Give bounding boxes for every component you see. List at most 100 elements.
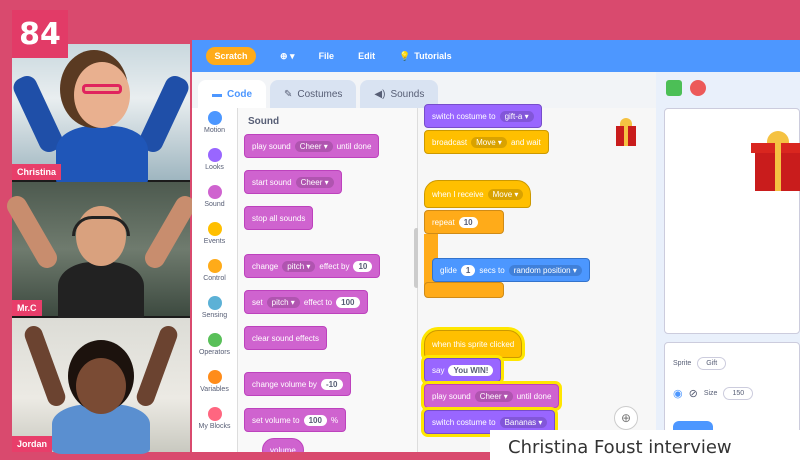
language-menu[interactable]: ⊕ ▾ (280, 51, 295, 62)
message-dropdown[interactable]: Move ▾ (487, 188, 524, 200)
participant-strip: Christina Mr.C Jordan (3, 44, 199, 454)
block-set-effect[interactable]: set pitch ▾ effect to 100 (244, 290, 368, 314)
participant-name: Christina (12, 164, 62, 180)
category-label: Events (203, 238, 226, 245)
sound-dropdown[interactable]: Cheer ▾ (294, 140, 333, 152)
size-input[interactable]: 150 (723, 387, 754, 400)
category-motion[interactable]: Motion (192, 111, 237, 145)
glide-target-dropdown[interactable]: random position ▾ (508, 264, 582, 276)
block-set-volume[interactable]: set volume to 100% (244, 408, 347, 432)
effect-to-input[interactable]: 100 (336, 296, 360, 308)
globe-icon: ⊕ ▾ (280, 50, 295, 61)
sprite-name-input[interactable]: Gift (697, 357, 727, 370)
block-start-sound[interactable]: start sound Cheer ▾ (244, 170, 342, 194)
block-when-clicked[interactable]: when this sprite clicked (424, 330, 523, 358)
block-text: repeat (432, 217, 455, 227)
category-looks[interactable]: Looks (192, 148, 237, 182)
block-switch-costume[interactable]: switch costume to gift-a ▾ (424, 104, 542, 128)
repeat-input[interactable]: 10 (458, 216, 478, 228)
effect-by-input[interactable]: 10 (353, 260, 373, 272)
category-color-dot (207, 111, 222, 125)
block-text: play sound (432, 391, 471, 401)
block-when-receive[interactable]: when I receive Move ▾ (424, 180, 532, 208)
block-text: when this sprite clicked (432, 339, 515, 349)
block-change-volume[interactable]: change volume by -10 (244, 372, 351, 396)
effect-dropdown[interactable]: pitch ▾ (282, 260, 316, 272)
edit-menu[interactable]: Edit (358, 51, 375, 61)
effect-dropdown[interactable]: pitch ▾ (266, 296, 300, 308)
page-number: 84 (12, 10, 68, 58)
block-text: change (252, 261, 279, 271)
block-change-effect[interactable]: change pitch ▾ effect by 10 (244, 254, 381, 278)
block-text: set (252, 297, 263, 307)
tutorials-menu[interactable]: 💡 Tutorials (399, 51, 452, 62)
block-repeat[interactable]: repeat 10 (424, 210, 504, 234)
category-label: Looks (205, 164, 224, 171)
file-menu[interactable]: File (319, 51, 335, 61)
category-label: My Blocks (198, 423, 231, 430)
show-sprite-icon[interactable]: ◉ (673, 387, 683, 400)
category-color-dot (207, 407, 222, 421)
hide-sprite-icon[interactable]: ⊘ (689, 387, 698, 400)
category-color-dot (207, 222, 222, 236)
block-text: until done (516, 391, 552, 401)
costume-dropdown[interactable]: gift-a ▾ (499, 110, 534, 122)
participant-tile: Mr.C (3, 182, 199, 322)
block-text: clear sound effects (252, 333, 320, 343)
block-broadcast-wait[interactable]: broadcast Move ▾ and wait (424, 130, 549, 154)
block-text: switch costume to (432, 417, 496, 427)
green-flag-icon[interactable] (666, 80, 682, 96)
stage[interactable] (664, 108, 800, 334)
block-text: effect by (319, 261, 350, 271)
category-control[interactable]: Control (192, 259, 237, 293)
category-color-dot (207, 333, 222, 347)
participant-tile: Christina (10, 44, 192, 186)
category-variables[interactable]: Variables (192, 370, 237, 404)
repeat-footer (424, 282, 504, 298)
volume-change-input[interactable]: -10 (320, 378, 343, 390)
volume-set-input[interactable]: 100 (303, 414, 327, 426)
block-volume-reporter[interactable]: volume (262, 438, 304, 452)
block-text: change volume by (252, 379, 317, 389)
category-color-dot (207, 185, 222, 199)
costume-dropdown[interactable]: Bananas ▾ (499, 416, 548, 428)
message-dropdown[interactable]: Move ▾ (471, 136, 507, 148)
caption: Christina Foust interview (490, 430, 800, 460)
scratch-logo[interactable]: Scratch (206, 47, 256, 65)
editor-tabs: ▬ Code ✎ Costumes ◀) Sounds (192, 72, 439, 108)
block-stop-all-sounds[interactable]: stop all sounds (244, 206, 314, 230)
block-clear-effects[interactable]: clear sound effects (244, 326, 328, 350)
glide-secs-input[interactable]: 1 (460, 264, 476, 276)
tab-costumes[interactable]: ✎ Costumes (270, 80, 357, 108)
category-my-blocks[interactable]: My Blocks (192, 407, 237, 441)
block-text: set volume to (252, 415, 300, 425)
zoom-in-icon[interactable]: ⊕ (614, 406, 638, 430)
tab-code[interactable]: ▬ Code (198, 80, 266, 108)
block-text: glide (440, 265, 457, 275)
block-play-sound[interactable]: play sound Cheer ▾ until done (244, 134, 380, 158)
block-text: % (330, 415, 339, 425)
category-color-dot (207, 296, 222, 310)
block-glide[interactable]: glide 1 secs to random position ▾ (432, 258, 590, 282)
gift-sprite[interactable] (751, 129, 800, 193)
category-sound[interactable]: Sound (192, 185, 237, 219)
sound-dropdown[interactable]: Cheer ▾ (295, 176, 334, 188)
block-play-sound-until-done[interactable]: play sound Cheer ▾ until done (424, 384, 560, 408)
block-say[interactable]: say You WIN! (424, 358, 502, 382)
category-operators[interactable]: Operators (192, 333, 237, 367)
stage-area: Sprite Gift ◉ ⊘ Size 150 (656, 72, 800, 452)
lightbulb-icon: 💡 (399, 50, 411, 61)
stop-icon[interactable] (690, 80, 706, 96)
block-text: volume (270, 445, 296, 453)
stage-controls (666, 80, 706, 96)
say-input[interactable]: You WIN! (448, 364, 494, 376)
code-icon: ▬ (212, 88, 222, 100)
sound-dropdown[interactable]: Cheer ▾ (474, 390, 513, 402)
sprite-label: Sprite (673, 360, 692, 367)
participant-name: Jordan (12, 436, 53, 452)
tab-sounds-label: Sounds (390, 88, 425, 100)
block-text: when I receive (432, 189, 484, 199)
category-events[interactable]: Events (192, 222, 237, 256)
block-text: play sound (252, 141, 291, 151)
category-sensing[interactable]: Sensing (192, 296, 237, 330)
